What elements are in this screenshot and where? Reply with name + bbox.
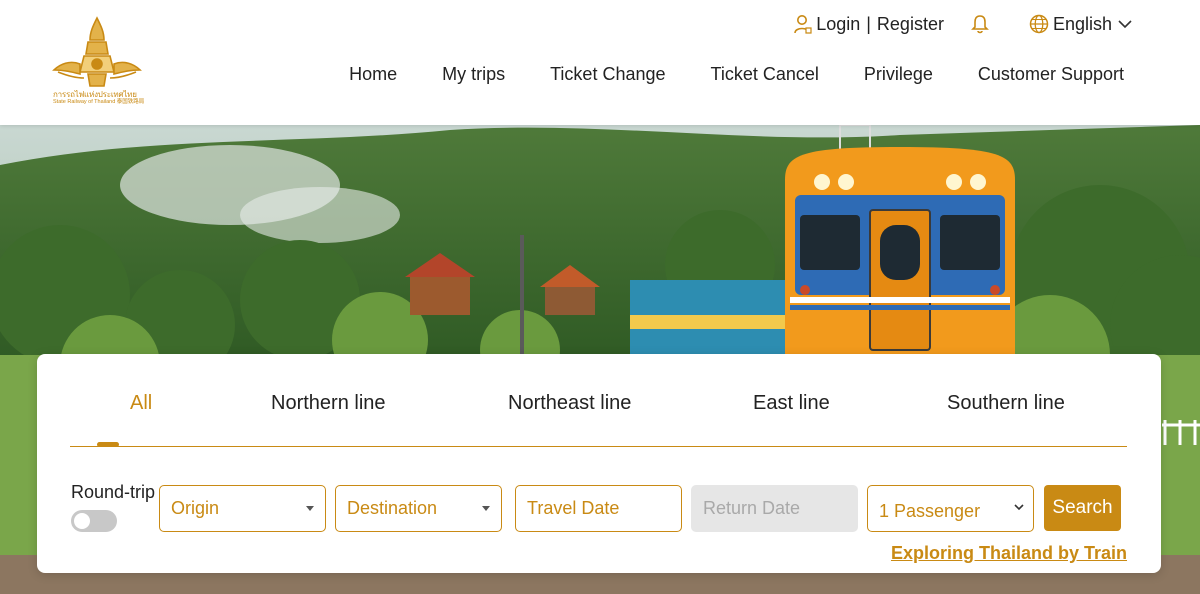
nav-privilege[interactable]: Privilege bbox=[864, 64, 933, 85]
nav-my-trips[interactable]: My trips bbox=[442, 64, 505, 85]
toggle-knob bbox=[74, 513, 90, 529]
globe-icon bbox=[1029, 14, 1049, 34]
search-button[interactable]: Search bbox=[1044, 485, 1121, 531]
bell-icon bbox=[971, 15, 989, 34]
passenger-value: 1 Passenger bbox=[879, 500, 981, 521]
travel-date-placeholder: Travel Date bbox=[527, 498, 620, 518]
line-tabs: All Northern line Northeast line East li… bbox=[70, 390, 1127, 447]
travel-date-input[interactable]: Travel Date bbox=[515, 485, 682, 532]
active-tab-indicator bbox=[97, 442, 119, 447]
passenger-select[interactable]: 1 Passenger bbox=[867, 485, 1034, 532]
site-header: การรถไฟแห่งประเทศไทย State Railway of Th… bbox=[0, 0, 1200, 125]
destination-placeholder: Destination bbox=[347, 498, 438, 518]
tab-all[interactable]: All bbox=[130, 392, 152, 415]
tab-northeast-line[interactable]: Northeast line bbox=[508, 392, 631, 415]
login-register: Login | Register bbox=[794, 14, 944, 35]
main-nav: Home My trips Ticket Change Ticket Cance… bbox=[349, 64, 1124, 85]
caret-down-icon bbox=[482, 506, 490, 511]
register-link[interactable]: Register bbox=[877, 14, 944, 35]
round-trip-label: Round-trip bbox=[71, 482, 156, 502]
language-selector[interactable]: English bbox=[1029, 14, 1132, 35]
return-date-input[interactable]: Return Date bbox=[691, 485, 858, 532]
caret-down-icon bbox=[306, 506, 314, 511]
destination-select[interactable]: Destination bbox=[335, 485, 502, 532]
train-search-card: All Northern line Northeast line East li… bbox=[37, 354, 1161, 573]
nav-ticket-cancel[interactable]: Ticket Cancel bbox=[711, 64, 819, 85]
round-trip-toggle[interactable] bbox=[71, 510, 117, 532]
origin-select[interactable]: Origin bbox=[159, 485, 326, 532]
return-date-placeholder: Return Date bbox=[703, 498, 801, 518]
origin-placeholder: Origin bbox=[171, 498, 220, 518]
chevron-down-icon bbox=[1118, 20, 1132, 29]
notification-button[interactable] bbox=[971, 14, 989, 34]
exploring-thailand-link[interactable]: Exploring Thailand by Train bbox=[891, 543, 1127, 564]
top-utility-bar: Login | Register English bbox=[794, 12, 1132, 36]
chevron-down-icon bbox=[1014, 504, 1024, 511]
login-link[interactable]: Login bbox=[816, 14, 860, 35]
tab-east-line[interactable]: East line bbox=[753, 392, 830, 415]
logo-caption-english: State Railway of Thailand 泰国铁路局 bbox=[53, 99, 145, 105]
nav-home[interactable]: Home bbox=[349, 64, 397, 85]
tab-southern-line[interactable]: Southern line bbox=[947, 392, 1065, 415]
language-label: English bbox=[1052, 13, 1112, 34]
tab-northern-line[interactable]: Northern line bbox=[271, 392, 386, 415]
nav-ticket-change[interactable]: Ticket Change bbox=[550, 64, 665, 85]
nav-customer-support[interactable]: Customer Support bbox=[978, 64, 1124, 85]
login-separator: | bbox=[866, 13, 871, 34]
user-icon bbox=[794, 15, 812, 34]
